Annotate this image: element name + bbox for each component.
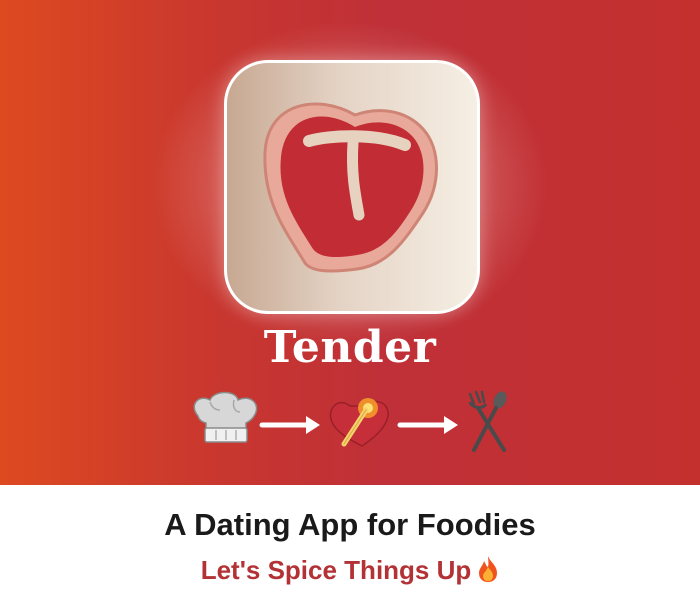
app-icon[interactable] [224, 60, 480, 314]
fork-spoon-icon [468, 390, 507, 452]
app-name: Tender [263, 322, 437, 373]
hero-banner: Tender [0, 0, 700, 485]
subtagline: Let's Spice Things Up [200, 555, 472, 585]
chef-hat-icon [193, 391, 258, 443]
arrow-right-icon [259, 416, 320, 434]
fire-icon [477, 555, 499, 583]
flow-row [0, 388, 700, 458]
lit-match-heart-icon [329, 398, 389, 447]
subtagline-row: Let's Spice Things Up [0, 555, 700, 586]
tagline: A Dating App for Foodies [164, 507, 536, 542]
footer: A Dating App for Foodies Let's Spice Thi… [0, 485, 700, 600]
steak-heart-icon [263, 102, 438, 273]
arrow-right-icon [397, 416, 458, 434]
